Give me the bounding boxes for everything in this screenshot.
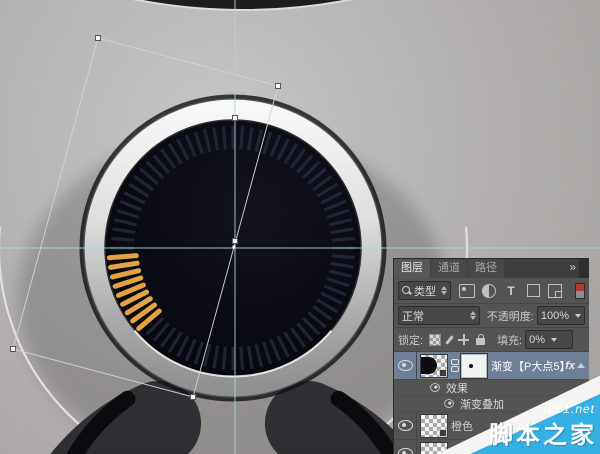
photoshop-canvas: 图层 通道 路径 » 类型 T 正常 xyxy=(0,0,600,454)
filter-type-layers-button[interactable]: T xyxy=(503,283,519,298)
panel-collapse-icon[interactable]: » xyxy=(569,260,575,274)
layer-row-white[interactable]: 白色 xyxy=(394,440,589,454)
eye-icon xyxy=(430,383,440,392)
adjustment-icon xyxy=(482,284,496,298)
opacity-value: 100% xyxy=(541,310,569,322)
type-icon: T xyxy=(507,284,514,298)
visibility-toggle[interactable] xyxy=(394,440,417,454)
eye-icon xyxy=(398,360,413,371)
lock-pixels-icon[interactable] xyxy=(445,335,454,345)
panel-tabbar: 图层 通道 路径 » xyxy=(394,259,589,278)
tab-paths[interactable]: 路径 xyxy=(468,259,504,278)
combo-arrows-icon xyxy=(441,286,447,295)
thumbnail-badge-icon xyxy=(439,369,447,377)
chevron-down-icon xyxy=(575,314,581,318)
fx-collapse-icon[interactable] xyxy=(577,363,585,368)
lock-label: 锁定: xyxy=(398,332,423,348)
layer-name[interactable]: 白色 xyxy=(451,446,589,454)
layer-row-gradient[interactable]: 渐变【P大点5】 fx xyxy=(394,352,589,380)
filter-adjustment-layers-button[interactable] xyxy=(481,283,497,298)
layer-row-orange[interactable]: 橙色 xyxy=(394,412,589,440)
layer-filter-row: 类型 T xyxy=(394,278,589,304)
filter-kind-combo[interactable]: 类型 xyxy=(398,281,451,300)
layer-thumbnail[interactable] xyxy=(420,442,448,454)
layer-thumbnail[interactable] xyxy=(420,354,448,378)
fill-input[interactable]: 0% xyxy=(525,330,573,349)
gradient-overlay-row[interactable]: 渐变叠加 xyxy=(394,396,589,412)
smart-object-icon xyxy=(548,284,562,298)
filter-smart-objects-button[interactable] xyxy=(547,283,563,298)
fill-label: 填充: xyxy=(497,332,522,348)
thumbnail-badge-icon xyxy=(439,429,447,437)
blend-mode-value: 正常 xyxy=(402,308,424,324)
fill-value: 0% xyxy=(529,334,545,346)
filter-toggle-switch[interactable] xyxy=(575,283,585,299)
layers-panel: 图层 通道 路径 » 类型 T 正常 xyxy=(393,258,589,454)
lock-all-icon[interactable] xyxy=(476,338,485,345)
gradient-overlay-label: 渐变叠加 xyxy=(460,396,504,412)
lock-transparency-icon[interactable] xyxy=(429,334,441,346)
combo-arrows-icon xyxy=(470,311,476,320)
fx-badge[interactable]: fx xyxy=(565,360,575,372)
search-icon xyxy=(402,286,411,295)
layer-name[interactable]: 橙色 xyxy=(451,418,589,434)
tab-layers[interactable]: 图层 xyxy=(394,259,430,278)
filter-pixel-layers-button[interactable] xyxy=(459,283,475,298)
opacity-input[interactable]: 100% xyxy=(537,306,585,325)
visibility-toggle[interactable] xyxy=(394,412,417,439)
shape-icon xyxy=(527,284,540,297)
visibility-toggle[interactable] xyxy=(394,352,417,379)
effects-label: 效果 xyxy=(446,380,468,396)
blend-mode-select[interactable]: 正常 xyxy=(398,306,480,325)
layer-name[interactable]: 渐变【P大点5】 xyxy=(491,358,565,374)
eye-icon xyxy=(398,420,413,431)
lock-position-icon[interactable] xyxy=(458,334,469,345)
layer-list: 渐变【P大点5】 fx 效果 渐变叠加 橙色 白色 xyxy=(394,352,589,454)
panel-corner-stub xyxy=(579,259,589,278)
layer-mask-thumbnail[interactable] xyxy=(461,354,487,378)
lock-row: 锁定: 填充: 0% xyxy=(394,328,589,352)
blend-row: 正常 不透明度: 100% xyxy=(394,304,589,328)
filter-shape-layers-button[interactable] xyxy=(525,283,541,298)
effects-row[interactable]: 效果 xyxy=(394,380,589,396)
image-icon xyxy=(459,284,475,298)
eye-icon xyxy=(398,448,413,454)
thumbnail-shape xyxy=(421,357,437,374)
chevron-down-icon xyxy=(551,338,557,342)
opacity-label: 不透明度: xyxy=(487,308,534,324)
filter-kind-label: 类型 xyxy=(414,283,436,299)
mask-link-icon[interactable] xyxy=(451,359,459,372)
tab-channels[interactable]: 通道 xyxy=(431,259,467,278)
layer-thumbnail[interactable] xyxy=(420,414,448,438)
eye-icon xyxy=(444,399,454,408)
